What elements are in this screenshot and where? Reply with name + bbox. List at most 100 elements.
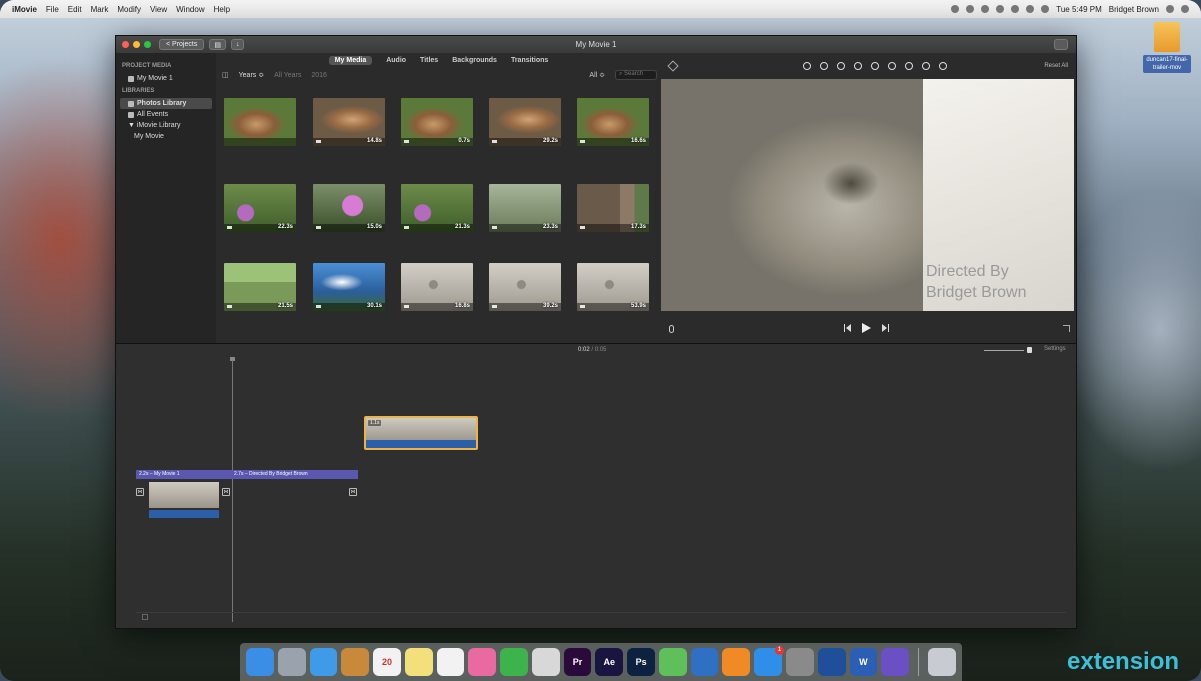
media-clip[interactable]: 21.5s xyxy=(224,263,296,311)
dock-keynote-icon[interactable] xyxy=(690,648,719,676)
time-machine-icon[interactable] xyxy=(996,5,1005,13)
sidebar-item-photos-library[interactable]: Photos Library xyxy=(120,98,212,109)
media-clip[interactable]: 21.3s xyxy=(401,184,473,232)
sidebar-item-imovie-library[interactable]: ▼ iMovie Library xyxy=(120,120,212,131)
media-clip[interactable]: 39.2s xyxy=(489,263,561,311)
media-clip[interactable]: 0.7s xyxy=(401,98,473,146)
menu-app-name[interactable]: iMovie xyxy=(12,5,37,14)
desktop-file[interactable]: duncan17-final-trailer-mov xyxy=(1143,22,1191,73)
dock-photos-icon[interactable] xyxy=(468,648,497,676)
dock-ibooks-icon[interactable] xyxy=(722,648,751,676)
dock-quicktime-icon[interactable] xyxy=(817,648,846,676)
zoom-slider-track[interactable] xyxy=(984,350,1024,351)
menu-file[interactable]: File xyxy=(46,5,59,14)
title-clip-directed-by[interactable]: 2.7s – Directed By Bridget Brown xyxy=(232,470,358,479)
dock-numbers-icon[interactable] xyxy=(658,648,687,676)
transition-icon[interactable]: ⋈ xyxy=(222,488,230,496)
sidebar-item-project[interactable]: My Movie 1 xyxy=(120,73,212,84)
volume-icon[interactable] xyxy=(871,62,879,70)
timeline-settings-button[interactable]: Settings xyxy=(1044,346,1066,352)
dock-ps-icon[interactable]: Ps xyxy=(627,648,655,676)
library-list-icon[interactable]: ▤ xyxy=(209,39,226,50)
all-years-link[interactable]: All Years xyxy=(274,72,301,79)
dock-reminders-icon[interactable] xyxy=(436,648,465,676)
menu-edit[interactable]: Edit xyxy=(68,5,82,14)
projects-button[interactable]: < Projects xyxy=(159,39,205,50)
spotlight-icon[interactable] xyxy=(1166,5,1174,13)
timeline[interactable]: 0:02 / 0:05 Settings 1.1s 2.2s – My Movi… xyxy=(116,344,1076,628)
media-clip[interactable] xyxy=(224,98,296,146)
media-clip[interactable]: 16.6s xyxy=(577,98,649,146)
record-icon[interactable] xyxy=(951,5,960,13)
main-video-clip[interactable] xyxy=(149,482,219,518)
sidebar-item-my-movie[interactable]: My Movie xyxy=(120,131,212,142)
title-clip-my-movie[interactable]: 2.2s – My Movie 1 xyxy=(136,470,232,479)
dock-calendar-icon[interactable]: 20 xyxy=(373,648,401,676)
media-clip[interactable]: 23.3s xyxy=(489,184,561,232)
dock-app-store-icon[interactable]: 1 xyxy=(754,646,785,676)
menu-help[interactable]: Help xyxy=(214,5,230,14)
tab-audio[interactable]: Audio xyxy=(386,57,406,64)
play-icon[interactable] xyxy=(862,323,871,333)
info-icon[interactable] xyxy=(939,62,947,70)
menu-clock[interactable]: Tue 5:49 PM xyxy=(1056,5,1102,14)
sidebar-toggle-icon[interactable]: ◫ xyxy=(222,71,229,79)
noise-reduction-icon[interactable] xyxy=(888,62,896,70)
microphone-icon[interactable] xyxy=(669,325,674,333)
crop-icon[interactable] xyxy=(837,62,845,70)
media-clip[interactable]: 15.0s xyxy=(313,184,385,232)
tab-transitions[interactable]: Transitions xyxy=(511,57,548,64)
speed-icon[interactable] xyxy=(905,62,913,70)
zoom-slider-knob[interactable] xyxy=(1027,347,1032,353)
stabilization-icon[interactable] xyxy=(854,62,862,70)
clip-filter-icon[interactable] xyxy=(922,62,930,70)
dock-contacts-icon[interactable] xyxy=(341,648,370,676)
battery-icon[interactable] xyxy=(1041,5,1050,13)
media-clip[interactable]: 53.9s xyxy=(577,263,649,311)
skip-back-icon[interactable] xyxy=(844,324,852,332)
all-clips-dropdown[interactable]: All ≎ xyxy=(589,71,605,79)
media-clip[interactable]: 30.1s xyxy=(313,263,385,311)
skip-forward-icon[interactable] xyxy=(881,324,889,332)
media-clip[interactable]: 14.8s xyxy=(313,98,385,146)
transition-icon[interactable]: ⋈ xyxy=(136,488,144,496)
fullscreen-icon[interactable] xyxy=(1063,325,1070,332)
minimize-window-button[interactable] xyxy=(133,41,140,48)
dock-trash-icon[interactable] xyxy=(928,648,956,676)
media-clip[interactable]: 17.3s xyxy=(577,184,649,232)
dock-preview-icon[interactable] xyxy=(531,648,560,676)
dock-pr-icon[interactable]: Pr xyxy=(563,648,592,676)
dock-facetime-icon[interactable] xyxy=(500,648,528,676)
search-input[interactable]: ⌕ Search xyxy=(615,70,657,80)
chrome-icon[interactable] xyxy=(966,5,975,13)
dock-word-icon[interactable]: W xyxy=(849,648,878,676)
color-correction-icon[interactable] xyxy=(820,62,828,70)
menu-view[interactable]: View xyxy=(150,5,167,14)
media-clip[interactable]: 16.8s xyxy=(401,263,473,311)
years-dropdown[interactable]: Years ≎ xyxy=(239,71,264,79)
dock-safari-icon[interactable] xyxy=(309,648,338,676)
menu-window[interactable]: Window xyxy=(176,5,204,14)
menu-user[interactable]: Bridget Brown xyxy=(1109,5,1159,14)
year-2016-link[interactable]: 2016 xyxy=(311,72,327,79)
dock-notes-icon[interactable] xyxy=(404,648,433,676)
dock-ae-icon[interactable]: Ae xyxy=(595,648,624,676)
tab-my-media[interactable]: My Media xyxy=(328,56,373,65)
import-icon[interactable]: ↓ xyxy=(230,39,245,50)
media-clip[interactable]: 29.2s xyxy=(489,98,561,146)
tab-titles[interactable]: Titles xyxy=(420,57,438,64)
video-viewer[interactable]: Directed By Bridget Brown xyxy=(661,79,1074,311)
enhance-wand-icon[interactable] xyxy=(667,60,679,72)
tab-backgrounds[interactable]: Backgrounds xyxy=(452,57,497,64)
notification-center-icon[interactable] xyxy=(1181,5,1189,13)
dock-imovie-icon[interactable] xyxy=(881,648,910,676)
dock-launchpad-icon[interactable] xyxy=(277,648,306,676)
color-balance-icon[interactable] xyxy=(803,62,811,70)
zoom-window-button[interactable] xyxy=(144,41,151,48)
screen-recorder-icon[interactable] xyxy=(981,5,990,13)
overlay-clip[interactable]: 1.1s xyxy=(364,416,478,450)
background-music-well[interactable] xyxy=(136,612,1066,624)
close-window-button[interactable] xyxy=(122,41,129,48)
media-clip[interactable]: 22.3s xyxy=(224,184,296,232)
menu-modify[interactable]: Modify xyxy=(117,5,141,14)
